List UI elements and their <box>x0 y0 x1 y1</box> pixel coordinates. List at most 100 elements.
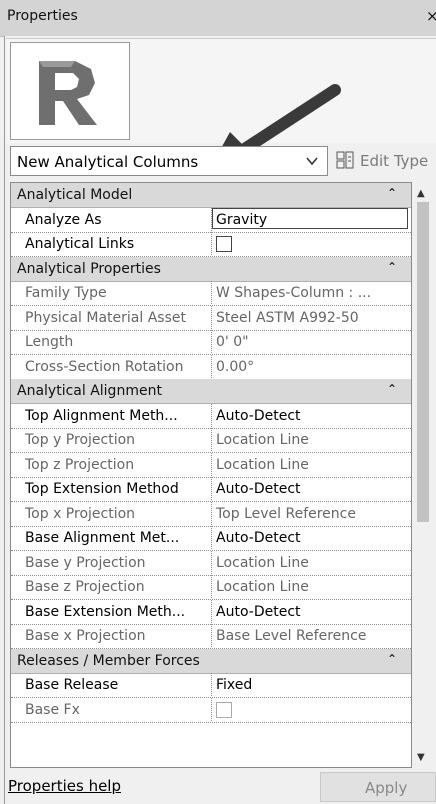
property-value-cell[interactable]: Base Level Reference <box>211 624 411 647</box>
collapse-icon[interactable]: ⌃ <box>387 652 397 666</box>
property-value-cell[interactable]: Auto-Detect <box>211 526 411 549</box>
checkbox[interactable] <box>216 701 232 718</box>
property-row[interactable]: Analytical Links <box>11 232 411 257</box>
collapse-icon[interactable]: ⌃ <box>387 260 397 274</box>
property-row[interactable]: Base Fx <box>11 697 411 723</box>
property-label: Top Extension Method <box>25 481 179 497</box>
property-label: Base Fx <box>25 701 80 718</box>
property-label: Top y Projection <box>25 432 136 448</box>
property-value-cell[interactable] <box>211 232 411 255</box>
property-value: Steel ASTM A992-50 <box>216 309 359 326</box>
group-label: Analytical Alignment <box>17 383 162 399</box>
properties-help-link[interactable]: Properties help <box>8 777 121 795</box>
edit-type-label: Edit Type <box>360 152 429 170</box>
selected-type: New Analytical Columns <box>17 153 199 171</box>
property-label: Physical Material Asset <box>25 309 186 326</box>
group-header[interactable]: Releases / Member Forces ⌃ <box>11 648 411 674</box>
property-value-cell[interactable]: Location Line <box>211 575 411 598</box>
edit-type-button[interactable]: Edit Type <box>332 146 436 176</box>
property-row[interactable]: Physical Material Asset Steel ASTM A992-5… <box>11 305 411 331</box>
property-row[interactable]: Top x Projection Top Level Reference <box>11 501 411 527</box>
property-row[interactable]: Top Extension Method Auto-Detect <box>11 477 411 502</box>
group-header[interactable]: Analytical Model ⌃ <box>11 183 411 208</box>
apply-button[interactable]: Apply <box>320 772 436 802</box>
property-row[interactable]: Base Alignment Met... Auto-Detect <box>11 526 411 551</box>
group-header[interactable]: Analytical Properties ⌃ <box>11 256 411 282</box>
property-label: Base Extension Meth... <box>25 603 186 620</box>
property-value: Gravity <box>216 211 268 228</box>
property-value-cell[interactable]: Location Line <box>211 452 411 476</box>
property-row[interactable]: Base Extension Meth... Auto-Detect <box>11 599 411 625</box>
property-label: Cross-Section Rotation <box>25 358 184 375</box>
property-label: Analyze As <box>25 211 102 228</box>
property-value-cell[interactable]: Steel ASTM A992-50 <box>211 305 411 329</box>
property-label: Top Alignment Meth... <box>25 407 178 424</box>
property-row[interactable]: Top z Projection Location Line <box>11 452 411 478</box>
collapse-icon[interactable]: ⌃ <box>387 186 397 200</box>
grid-scrollbar[interactable]: ▲ ▼ <box>414 182 432 768</box>
property-value-cell[interactable] <box>211 697 411 721</box>
property-value-cell[interactable]: Location Line <box>211 428 411 451</box>
property-row[interactable]: Family Type W Shapes-Column : ... <box>11 281 411 306</box>
chevron-down-icon <box>306 157 318 166</box>
property-value-cell[interactable]: Auto-Detect <box>211 477 411 500</box>
property-label: Base x Projection <box>25 628 146 644</box>
property-value: Auto-Detect <box>216 603 301 620</box>
property-row[interactable]: Top Alignment Meth... Auto-Detect <box>11 403 411 429</box>
property-label: Base y Projection <box>25 554 146 571</box>
scrollbar-thumb[interactable] <box>417 202 429 522</box>
property-value: Top Level Reference <box>216 505 356 522</box>
properties-grid: Analytical Model ⌃ Analyze As Gravity Analyt… <box>10 182 412 768</box>
scroll-down-icon[interactable]: ▼ <box>417 752 425 763</box>
property-value-cell[interactable]: Location Line <box>211 550 411 574</box>
property-value: W Shapes-Column : ... <box>216 285 372 301</box>
property-value-cell[interactable]: W Shapes-Column : ... <box>211 281 411 304</box>
collapse-icon[interactable]: ⌃ <box>387 382 397 396</box>
property-value: Auto-Detect <box>216 481 301 497</box>
property-row[interactable]: Cross-Section Rotation 0.00° <box>11 354 411 380</box>
property-row[interactable]: Base x Projection Base Level Reference <box>11 624 411 649</box>
property-value: Location Line <box>216 456 309 473</box>
property-value: Fixed <box>216 677 253 693</box>
property-label: Length <box>25 334 74 350</box>
property-value: 0.00° <box>216 358 255 375</box>
property-label: Family Type <box>25 285 107 301</box>
revit-r-logo-icon <box>39 61 97 125</box>
group-label: Releases / Member Forces <box>17 652 200 669</box>
edit-type-icon <box>336 151 354 169</box>
property-row[interactable]: Top y Projection Location Line <box>11 428 411 453</box>
property-label: Top x Projection <box>25 505 136 522</box>
property-label: Analytical Links <box>25 236 135 252</box>
property-value: Base Level Reference <box>216 628 367 644</box>
property-value: Location Line <box>216 579 309 595</box>
property-value-cell[interactable]: Top Level Reference <box>211 501 411 525</box>
property-value-cell[interactable]: Auto-Detect <box>211 599 411 623</box>
property-value-cell[interactable]: 0.00° <box>211 354 411 378</box>
group-label: Analytical Model <box>17 187 133 203</box>
group-header[interactable]: Analytical Alignment ⌃ <box>11 379 411 404</box>
property-row[interactable]: Base Release Fixed <box>11 673 411 698</box>
property-row[interactable]: Base y Projection Location Line <box>11 550 411 576</box>
property-row[interactable]: Length 0' 0" <box>11 330 411 355</box>
property-value-cell[interactable]: Gravity <box>211 207 411 231</box>
property-label: Base Alignment Met... <box>25 530 180 546</box>
close-icon[interactable]: × <box>426 7 436 25</box>
property-value: 0' 0" <box>216 334 249 350</box>
property-row[interactable]: Analyze As Gravity <box>11 207 411 233</box>
checkbox[interactable] <box>216 236 232 252</box>
property-value: Location Line <box>216 554 309 571</box>
property-value: Auto-Detect <box>216 530 301 546</box>
property-value-cell[interactable]: Fixed <box>211 673 411 696</box>
property-value-cell[interactable]: Auto-Detect <box>211 403 411 427</box>
property-row[interactable]: Base z Projection Location Line <box>11 575 411 600</box>
panel-title: Properties <box>7 8 78 24</box>
type-thumbnail <box>10 42 130 140</box>
panel-titlebar: Properties × <box>0 0 436 37</box>
scroll-up-icon[interactable]: ▲ <box>417 188 425 199</box>
property-label: Base z Projection <box>25 579 145 595</box>
apply-label: Apply <box>365 779 408 797</box>
group-label: Analytical Properties <box>17 260 161 277</box>
property-label: Top z Projection <box>25 456 135 473</box>
property-value-cell[interactable]: 0' 0" <box>211 330 411 353</box>
type-selector-dropdown[interactable]: New Analytical Columns <box>10 146 328 176</box>
